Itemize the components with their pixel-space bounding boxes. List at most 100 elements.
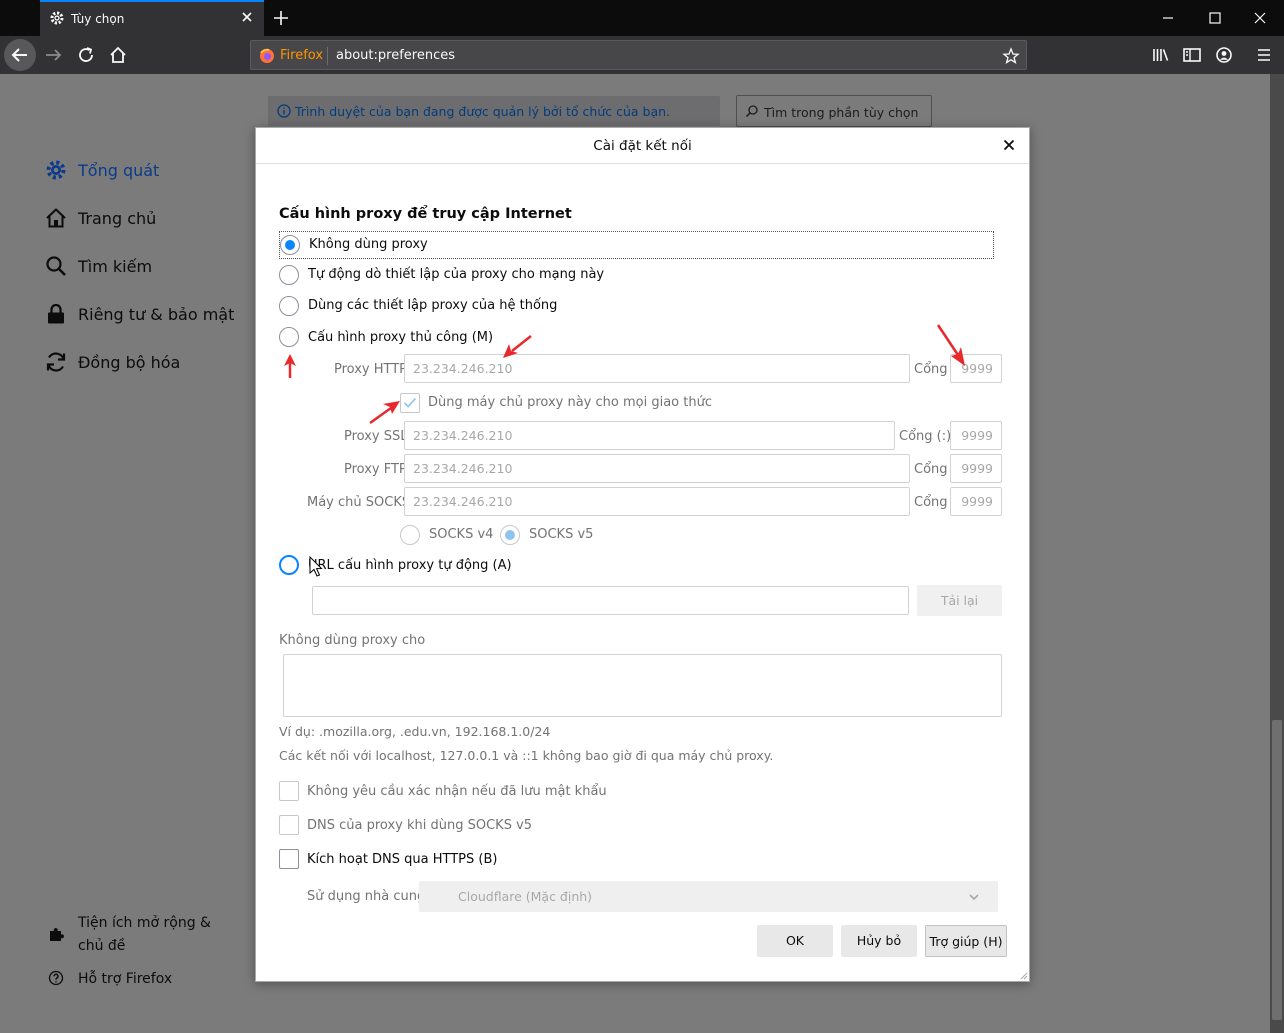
category-label: Tổng quát bbox=[78, 161, 160, 180]
category-privacy[interactable]: Riêng tư & bảo mật bbox=[44, 302, 244, 330]
provider-select[interactable]: Cloudflare (Mặc định) bbox=[419, 881, 998, 912]
gear-icon bbox=[50, 11, 64, 25]
cancel-button[interactable]: Hủy bỏ bbox=[841, 925, 917, 957]
url-bar[interactable]: Firefox about:preferences bbox=[250, 40, 1027, 70]
no-proxy-for-textarea[interactable] bbox=[283, 654, 1002, 717]
preferences-search-input[interactable]: Tìm trong phần tùy chọn bbox=[736, 95, 932, 127]
managed-notice[interactable]: Trình duyệt của bạn đang được quản lý bở… bbox=[268, 96, 720, 126]
info-icon bbox=[277, 104, 291, 118]
option-label: Không dùng proxy bbox=[309, 237, 428, 252]
radio-socks-v4[interactable] bbox=[400, 525, 420, 545]
back-button[interactable] bbox=[4, 39, 36, 71]
tab-preferences[interactable]: Tùy chọn bbox=[40, 0, 264, 36]
checkmark-icon bbox=[404, 397, 417, 408]
ssl-port-input[interactable]: 9999 bbox=[950, 421, 1002, 450]
ftp-port-input[interactable]: 9999 bbox=[950, 454, 1002, 483]
url-text[interactable]: about:preferences bbox=[336, 48, 455, 63]
no-auth-prompt-checkbox[interactable] bbox=[279, 781, 299, 801]
tab-title: Tùy chọn bbox=[71, 12, 125, 26]
radio-manual-proxy[interactable] bbox=[279, 327, 299, 347]
option-label: URL cấu hình proxy tự động (A) bbox=[308, 558, 512, 573]
chevron-down-icon bbox=[969, 894, 979, 901]
home-icon[interactable] bbox=[104, 41, 132, 69]
maximize-icon[interactable] bbox=[1207, 10, 1223, 26]
library-icon[interactable] bbox=[1147, 41, 1175, 69]
navigation-toolbar: Firefox about:preferences bbox=[0, 36, 1284, 74]
category-search[interactable]: Tìm kiếm bbox=[44, 254, 224, 282]
doh-row[interactable]: Kích hoạt DNS qua HTTPS (B) bbox=[279, 848, 599, 870]
forward-arrow-icon[interactable] bbox=[40, 41, 68, 69]
window-close-icon[interactable] bbox=[1252, 10, 1268, 26]
option-system-proxy[interactable]: Dùng các thiết lập proxy của hệ thống bbox=[279, 295, 679, 319]
doh-checkbox[interactable] bbox=[279, 849, 299, 869]
radio-auto-detect[interactable] bbox=[279, 265, 299, 285]
connection-settings-dialog: Cài đặt kết nối Cấu hình proxy để truy c… bbox=[255, 127, 1030, 982]
example-text: Ví dụ: .mozilla.org, .edu.vn, 192.168.1.… bbox=[279, 724, 551, 739]
socks-v5-option[interactable]: SOCKS v5 bbox=[500, 524, 600, 546]
share-proxy-checkbox[interactable] bbox=[400, 393, 420, 413]
home-icon bbox=[46, 208, 66, 228]
option-label: Cấu hình proxy thủ công (M) bbox=[308, 330, 494, 345]
socks-port-input[interactable]: 9999 bbox=[950, 487, 1002, 516]
identity-label: Firefox bbox=[280, 48, 324, 63]
socks-dns-row[interactable]: DNS của proxy khi dùng SOCKS v5 bbox=[279, 814, 599, 836]
account-icon[interactable] bbox=[1210, 41, 1238, 69]
extensions-label: Tiện ích mở rộng & chủ đề bbox=[78, 915, 211, 954]
close-tab-icon[interactable] bbox=[240, 10, 254, 24]
firefox-support-link[interactable]: Hỗ trợ Firefox bbox=[48, 968, 238, 991]
radio-system-proxy[interactable] bbox=[279, 296, 299, 316]
radio-no-proxy[interactable] bbox=[280, 235, 300, 255]
socks-host-label: Máy chủ SOCKS bbox=[307, 495, 411, 510]
reload-button[interactable]: Tải lại bbox=[917, 585, 1002, 616]
tab-strip: Tùy chọn bbox=[0, 0, 1284, 36]
scrollbar-thumb[interactable] bbox=[1272, 720, 1282, 1020]
help-button[interactable]: Trợ giúp (H) bbox=[925, 925, 1007, 957]
socks-dns-label: DNS của proxy khi dùng SOCKS v5 bbox=[307, 818, 533, 833]
annotation-arrow-checkbox-icon bbox=[369, 401, 400, 425]
category-label: Tìm kiếm bbox=[78, 257, 153, 276]
reload-icon[interactable] bbox=[72, 41, 100, 69]
category-home[interactable]: Trang chủ bbox=[44, 206, 224, 234]
category-general[interactable]: Tổng quát bbox=[44, 158, 224, 186]
ok-button[interactable]: OK bbox=[757, 925, 833, 957]
sidebar-icon[interactable] bbox=[1178, 41, 1206, 69]
category-label: Riêng tư & bảo mật bbox=[78, 305, 235, 324]
socks-dns-checkbox[interactable] bbox=[279, 815, 299, 835]
option-no-proxy[interactable]: Không dùng proxy bbox=[279, 231, 994, 259]
http-proxy-label: Proxy HTTP bbox=[334, 362, 408, 377]
socks-v4-option[interactable]: SOCKS v4 bbox=[400, 524, 500, 546]
resize-grip-icon[interactable] bbox=[1018, 970, 1028, 980]
localhost-note: Các kết nối với localhost, 127.0.0.1 và … bbox=[279, 748, 774, 763]
bookmark-star-icon[interactable] bbox=[1002, 47, 1020, 65]
socks-port-label: Cổng bbox=[914, 495, 948, 510]
ftp-proxy-input[interactable]: 23.234.246.210 bbox=[404, 454, 910, 483]
url-separator bbox=[327, 47, 328, 65]
category-sync[interactable]: Đồng bộ hóa bbox=[44, 350, 224, 378]
annotation-arrow-up-icon bbox=[284, 354, 296, 378]
mouse-cursor-icon bbox=[309, 556, 323, 577]
provider-value: Cloudflare (Mặc định) bbox=[458, 889, 593, 904]
ssl-proxy-input[interactable]: 23.234.246.210 bbox=[404, 421, 895, 450]
option-auto-detect[interactable]: Tự động dò thiết lập của proxy cho mạng … bbox=[279, 264, 679, 288]
no-auth-prompt-row[interactable]: Không yêu cầu xác nhận nếu đã lưu mật kh… bbox=[279, 780, 607, 802]
share-proxy-checkbox-row[interactable]: Dùng máy chủ proxy này cho mọi giao thức bbox=[400, 393, 712, 413]
socks-host-input[interactable]: 23.234.246.210 bbox=[404, 487, 910, 516]
minimize-icon[interactable] bbox=[1160, 10, 1176, 26]
option-label: Dùng các thiết lập proxy của hệ thống bbox=[308, 298, 558, 313]
menu-icon[interactable] bbox=[1250, 41, 1278, 69]
search-icon bbox=[745, 105, 758, 118]
category-label: Trang chủ bbox=[78, 209, 157, 228]
radio-auto-proxy-url[interactable] bbox=[279, 555, 299, 575]
dialog-close-icon[interactable] bbox=[1001, 137, 1017, 153]
category-label: Đồng bộ hóa bbox=[78, 353, 181, 372]
radio-socks-v5[interactable] bbox=[500, 525, 520, 545]
auto-proxy-url-input[interactable] bbox=[312, 586, 909, 615]
lock-icon bbox=[48, 303, 64, 324]
option-manual-proxy[interactable]: Cấu hình proxy thủ công (M) bbox=[279, 327, 679, 351]
extensions-themes-link[interactable]: Tiện ích mở rộng & chủ đề bbox=[48, 912, 238, 958]
http-proxy-input[interactable]: 23.234.246.210 bbox=[404, 354, 910, 383]
option-label: Tự động dò thiết lập của proxy cho mạng … bbox=[308, 267, 605, 282]
new-tab-icon[interactable] bbox=[272, 9, 290, 27]
ssl-proxy-label: Proxy SSL bbox=[344, 429, 408, 444]
help-icon bbox=[48, 970, 64, 986]
